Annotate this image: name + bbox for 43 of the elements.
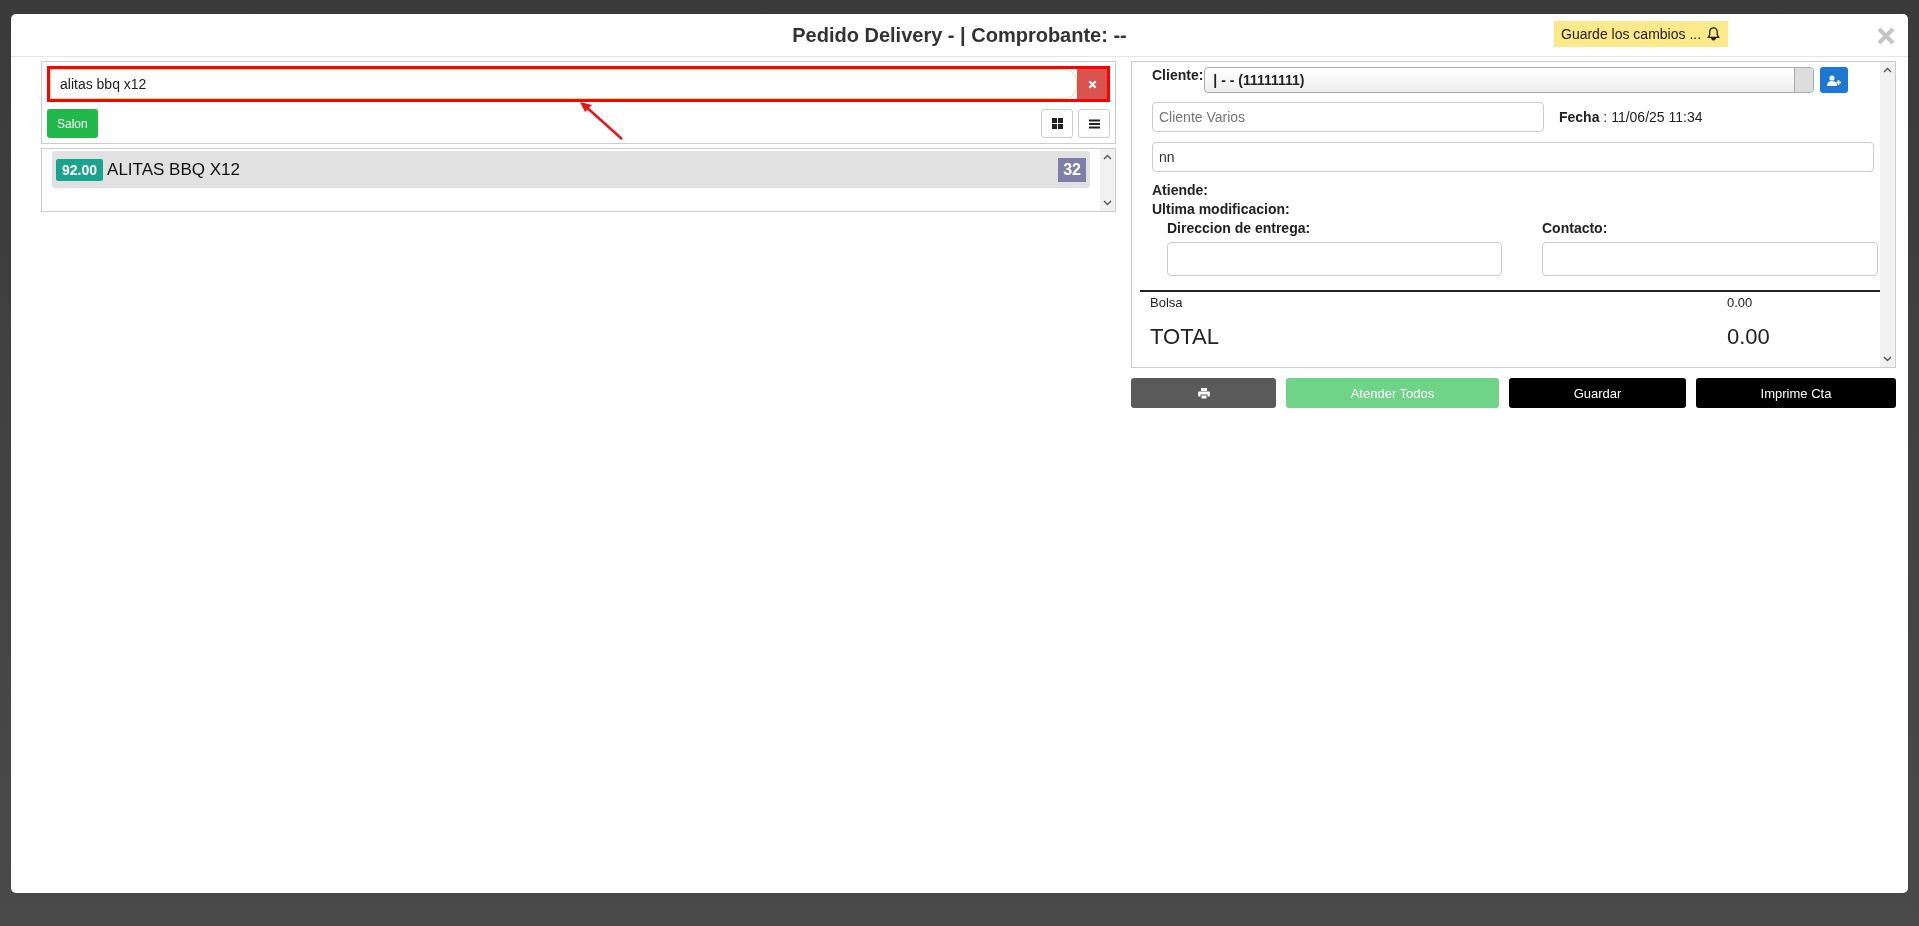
client-label: Cliente: [1152,67,1204,83]
total-label: TOTAL [1150,324,1220,350]
contact-field[interactable] [1542,242,1878,276]
grid-icon [1051,118,1063,129]
close-icon [1087,79,1097,89]
contact-label: Contacto: [1542,220,1609,236]
close-icon[interactable] [1877,27,1895,45]
list-view-button[interactable] [1078,109,1110,138]
last-modified-label: Ultima modificacion: [1152,201,1291,217]
chevron-down-icon [1883,356,1892,362]
total-value: 0.00 [1727,295,1753,310]
total-label: Bolsa [1150,295,1184,310]
clear-button[interactable] [1077,69,1107,99]
scrollbar[interactable] [1100,149,1115,211]
bell-icon [1706,26,1722,42]
grid-view-button[interactable] [1041,109,1073,138]
modal-title: Pedido Delivery - | Comprobante: -- [792,23,1127,47]
total-value: 0.00 [1727,324,1770,350]
address-label: Direccion de entrega: [1167,220,1312,236]
action-button[interactable]: Imprime Cta [1696,378,1896,408]
stock-count: 32 [1058,157,1086,182]
printer-icon [1197,387,1210,399]
client-name-field[interactable]: Cliente Varios [1152,102,1544,132]
menu-icon [1088,118,1100,129]
chevron-down-icon [1103,200,1112,206]
action-button[interactable]: Guardar [1509,378,1686,408]
attends-label: Atiende: [1152,182,1209,198]
date-text: Fecha : 11/06/25 11:34 [1559,109,1703,125]
address-field[interactable] [1167,242,1502,276]
scrollbar[interactable] [1880,62,1895,367]
search-field[interactable]: alitas bbq x12 [47,66,1110,102]
product-name: ALITAS BBQ X12 [107,159,240,180]
product-item[interactable]: 92.00 ALITAS BBQ X12 32 [52,151,1090,188]
add-user-icon [1827,74,1842,86]
annotation-arrow [578,101,624,141]
chevron-up-icon [1103,154,1112,160]
client-select[interactable]: | - - (11111111) [1204,67,1815,93]
add-client-button[interactable] [1820,67,1849,93]
notice-text: Guarde los cambios ... [1561,26,1702,42]
chevron-up-icon [1883,67,1892,73]
price-badge: 92.00 [56,158,104,181]
print-button[interactable] [1131,378,1276,408]
note-field[interactable]: nn [1152,142,1874,172]
